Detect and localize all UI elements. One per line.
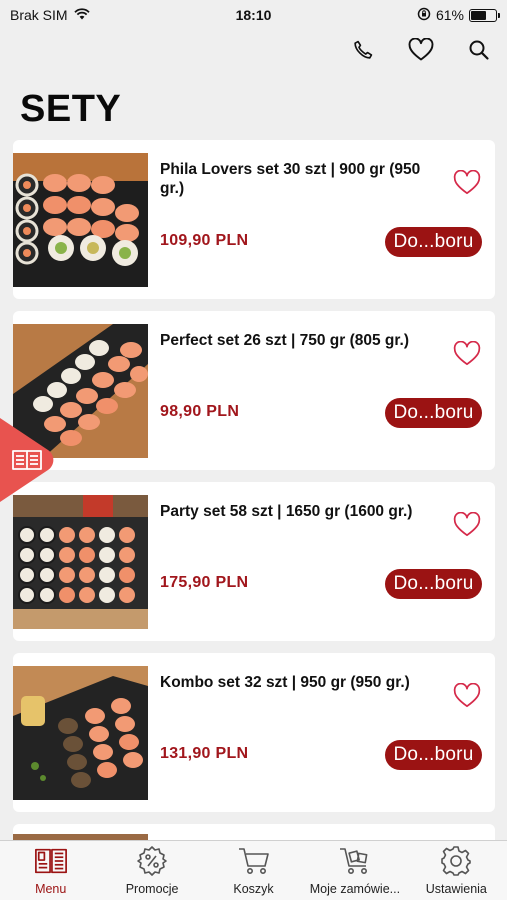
wifi-icon [73, 7, 90, 23]
tab-koszyk[interactable]: Koszyk [203, 840, 304, 900]
status-bar: Brak SIM 18:10 61% [0, 0, 507, 30]
tab-menu-label: Menu [35, 882, 67, 896]
page-title: SETY [20, 88, 122, 130]
product-price: 109,90 PLN [160, 232, 249, 249]
tab-menu[interactable]: Menu [0, 840, 101, 900]
favorite-heart-icon[interactable] [453, 169, 481, 196]
add-to-cart-button[interactable]: Do...boru [385, 227, 482, 257]
battery-percent: 61% [435, 7, 464, 23]
search-icon[interactable] [465, 36, 493, 64]
tab-promocje[interactable]: Promocje [101, 840, 202, 900]
battery-level [471, 10, 486, 20]
product-name: Phila Lovers set 30 szt | 900 gr (950 gr… [160, 161, 421, 197]
gear-icon [439, 844, 473, 878]
product-name: Perfect set 26 szt | 750 gr (805 gr.) [160, 332, 410, 349]
product-image[interactable] [13, 495, 148, 629]
phone-icon[interactable] [349, 36, 377, 64]
product-image[interactable] [13, 153, 148, 287]
product-price: 175,90 PLN [160, 574, 249, 591]
product-name: Party set 58 szt | 1650 gr (1600 gr.) [160, 503, 413, 520]
product-list[interactable]: Phila Lovers set 30 szt | 900 gr (950 gr… [13, 140, 495, 844]
add-to-cart-button[interactable]: Do...boru [385, 569, 482, 599]
tab-ustawienia-label: Ustawienia [425, 882, 487, 896]
add-to-cart-button[interactable]: Do...boru [385, 740, 482, 770]
favorite-heart-icon[interactable] [453, 682, 481, 709]
cart-icon [237, 844, 271, 878]
product-name: Kombo set 32 szt | 950 gr (950 gr.) [160, 674, 410, 691]
tab-moje-zamowienia-label: Moje zamówie... [309, 882, 401, 896]
tab-koszyk-label: Koszyk [233, 882, 274, 896]
product-image[interactable] [13, 666, 148, 800]
product-card[interactable]: Kombo set 32 szt | 950 gr (950 gr.) 131,… [13, 653, 495, 812]
promo-badge-icon [135, 844, 169, 878]
product-price: 98,90 PLN [160, 403, 240, 420]
tab-ustawienia[interactable]: Ustawienia [406, 840, 507, 900]
orientation-lock-icon [417, 7, 431, 24]
menu-book-icon [34, 844, 68, 878]
battery-icon [469, 8, 500, 22]
header-toolbar [349, 36, 493, 64]
side-menu-tab[interactable] [0, 418, 64, 502]
favorite-heart-icon[interactable] [453, 511, 481, 538]
product-card[interactable]: Phila Lovers set 30 szt | 900 gr (950 gr… [13, 140, 495, 299]
product-card[interactable]: Perfect set 26 szt | 750 gr (805 gr.) 98… [13, 311, 495, 470]
heart-icon[interactable] [407, 36, 435, 64]
add-to-cart-button[interactable]: Do...boru [385, 398, 482, 428]
orders-cart-icon [338, 844, 372, 878]
bottom-tab-bar: Menu Promocje Koszyk Moje zamówie... Ust… [0, 840, 507, 900]
tab-moje-zamowienia[interactable]: Moje zamówie... [304, 840, 405, 900]
tab-promocje-label: Promocje [125, 882, 179, 896]
carrier-label: Brak SIM [10, 7, 68, 23]
favorite-heart-icon[interactable] [453, 340, 481, 367]
product-card[interactable]: Party set 58 szt | 1650 gr (1600 gr.) 17… [13, 482, 495, 641]
product-price: 131,90 PLN [160, 745, 249, 762]
